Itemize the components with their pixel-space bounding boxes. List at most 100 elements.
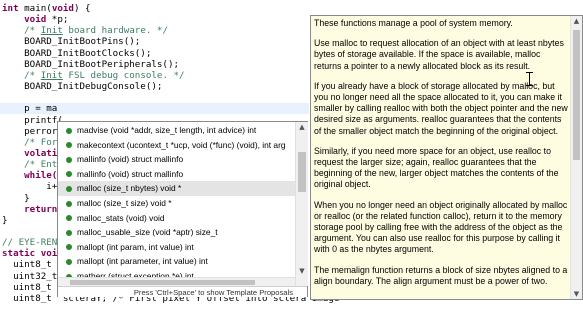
function-icon: [66, 156, 72, 163]
function-icon: [66, 229, 72, 236]
code-line[interactable]: BOARD_InitBootClocks();: [2, 48, 151, 59]
code-token: BOARD_InitDebugConsole();: [2, 81, 163, 93]
code-line[interactable]: volatil: [2, 148, 63, 159]
scrollbar-thumb[interactable]: [573, 30, 580, 160]
proposal-item[interactable]: malloc_usable_size (void *aptr) size_t: [58, 225, 295, 240]
proposal-item[interactable]: malloc (size_t size) void *: [58, 196, 295, 211]
code-token: }: [2, 214, 8, 226]
documentation-text: These functions manage a pool of system …: [314, 18, 570, 296]
proposal-label: mallinfo (void) struct mallinfo: [77, 154, 184, 165]
scroll-down-icon[interactable]: ▼: [296, 266, 308, 276]
code-token: p = ma: [2, 103, 58, 115]
code-line[interactable]: }: [2, 215, 8, 226]
proposal-item[interactable]: mallinfo (void) struct mallinfo: [58, 152, 295, 167]
code-line[interactable]: return: [2, 204, 57, 215]
doc-paragraph: If you already have a block of storage a…: [314, 80, 568, 136]
code-token: FSL debug console. */: [62, 69, 185, 81]
code-line[interactable]: // EYE-REND: [2, 237, 63, 248]
code-line[interactable]: p = ma: [0, 103, 309, 115]
proposal-label: mallopt (int parameter, int value) int: [77, 256, 208, 267]
code-token: main(: [18, 3, 52, 14]
code-line[interactable]: /* Forc: [2, 137, 63, 148]
proposal-item[interactable]: mallopt (int parameter, int value) int: [58, 254, 295, 269]
code-token: /* Forc: [2, 136, 63, 148]
proposal-item[interactable]: mallinfo (void) struct mallinfo: [58, 167, 295, 182]
scroll-up-icon[interactable]: ▲: [571, 16, 582, 26]
proposal-item[interactable]: makecontext (ucontext_t *ucp, void (*fun…: [58, 138, 295, 153]
code-line[interactable]: /* Ente: [2, 159, 63, 170]
code-line[interactable]: /* Init FSL debug console. */: [2, 69, 185, 81]
function-icon: [66, 244, 72, 251]
code-line[interactable]: BOARD_InitBootPins();: [2, 36, 140, 47]
code-token: BOARD_InitBootPeripherals();: [2, 58, 180, 70]
code-token: uint32_t: [2, 270, 58, 282]
documentation-popup[interactable]: These functions manage a pool of system …: [310, 15, 583, 300]
code-line[interactable]: perror(: [2, 126, 63, 137]
code-line[interactable]: uint8_t: [2, 259, 52, 270]
code-line[interactable]: int main(void) {: [2, 3, 91, 14]
code-token: volatil: [2, 147, 63, 159]
code-token: while(1: [2, 170, 63, 182]
code-token: void: [51, 3, 74, 14]
code-line[interactable]: void *p;: [2, 14, 68, 25]
doc-paragraph: When you no longer need an object origin…: [314, 199, 568, 255]
doc-paragraph: Similarly, if you need more space for an…: [314, 145, 559, 190]
code-token: uint8_t: [2, 259, 52, 271]
proposal-label: makecontext (ucontext_t *ucp, void (*fun…: [77, 139, 286, 150]
code-line[interactable]: BOARD_InitBootPeripherals();: [2, 59, 179, 70]
code-token: /*: [2, 69, 41, 81]
scrollbar-thumb[interactable]: [70, 280, 255, 285]
function-icon: [66, 185, 72, 192]
function-icon: [66, 215, 72, 222]
documentation-scrollbar[interactable]: ▲ ▼: [570, 16, 582, 299]
code-line[interactable]: i++: [2, 181, 63, 192]
scroll-down-icon[interactable]: ▼: [571, 289, 582, 299]
code-token: /* Ente: [2, 159, 63, 171]
code-token: i++: [2, 181, 63, 193]
code-line[interactable]: BOARD_InitDebugConsole();: [2, 81, 162, 92]
code-line[interactable]: while(1: [2, 170, 63, 181]
function-icon: [66, 258, 72, 265]
code-line[interactable]: /* Init board hardware. */: [2, 25, 168, 36]
code-token: ) {: [73, 3, 91, 14]
code-token: Init: [40, 25, 63, 37]
code-token: BOARD_InitBootClocks();: [2, 47, 152, 59]
proposal-item[interactable]: malloc (size_t nbytes) void *: [58, 181, 295, 196]
doc-paragraph: These functions manage a pool of system …: [314, 18, 513, 28]
proposal-status-hint: Press 'Ctrl+Space' to show Template Prop…: [58, 286, 307, 297]
proposal-item[interactable]: madvise (void *addr, size_t length, int …: [58, 123, 295, 138]
proposal-list[interactable]: madvise (void *addr, size_t length, int …: [58, 122, 295, 286]
proposal-item[interactable]: malloc_stats (void) void: [58, 211, 295, 226]
function-icon: [66, 171, 72, 178]
code-token: void: [2, 14, 47, 26]
code-token: return: [2, 203, 58, 215]
code-token: Init: [40, 69, 63, 81]
text-cursor-icon: [526, 72, 533, 86]
code-line[interactable]: }: [2, 193, 30, 204]
code-token: // EYE-REND: [2, 237, 63, 249]
code-token: /*: [2, 25, 41, 37]
function-icon: [66, 127, 72, 134]
proposal-item[interactable]: mallopt (int param, int value) int: [58, 240, 295, 255]
scrollbar-thumb[interactable]: [298, 152, 306, 192]
code-token: *p;: [46, 14, 69, 26]
code-token: printf(: [2, 114, 63, 126]
code-line[interactable]: uint32_t: [2, 271, 57, 282]
content-assist-popup[interactable]: madvise (void *addr, size_t length, int …: [57, 121, 308, 297]
scroll-up-icon[interactable]: ▲: [296, 122, 308, 132]
proposal-label: malloc_usable_size (void *aptr) size_t: [77, 227, 218, 238]
code-token: static void: [2, 248, 63, 260]
proposal-label: mallinfo (void) struct mallinfo: [77, 168, 184, 179]
proposal-vertical-scrollbar[interactable]: ▲ ▼: [295, 122, 308, 286]
proposal-label: malloc (size_t nbytes) void *: [77, 183, 182, 194]
doc-paragraph: Use malloc to request allocation of an o…: [314, 38, 564, 71]
proposal-label: mallopt (int param, int value) int: [77, 241, 194, 252]
function-icon: [66, 200, 72, 207]
proposal-label: malloc_stats (void) void: [77, 212, 165, 223]
function-icon: [66, 142, 72, 149]
code-token: perror(: [2, 125, 63, 137]
code-line[interactable]: printf(: [2, 115, 63, 126]
doc-paragraph: The memalign function returns a block of…: [314, 264, 568, 286]
code-line[interactable]: static void: [2, 248, 63, 259]
code-token: board hardware. */: [62, 25, 168, 37]
